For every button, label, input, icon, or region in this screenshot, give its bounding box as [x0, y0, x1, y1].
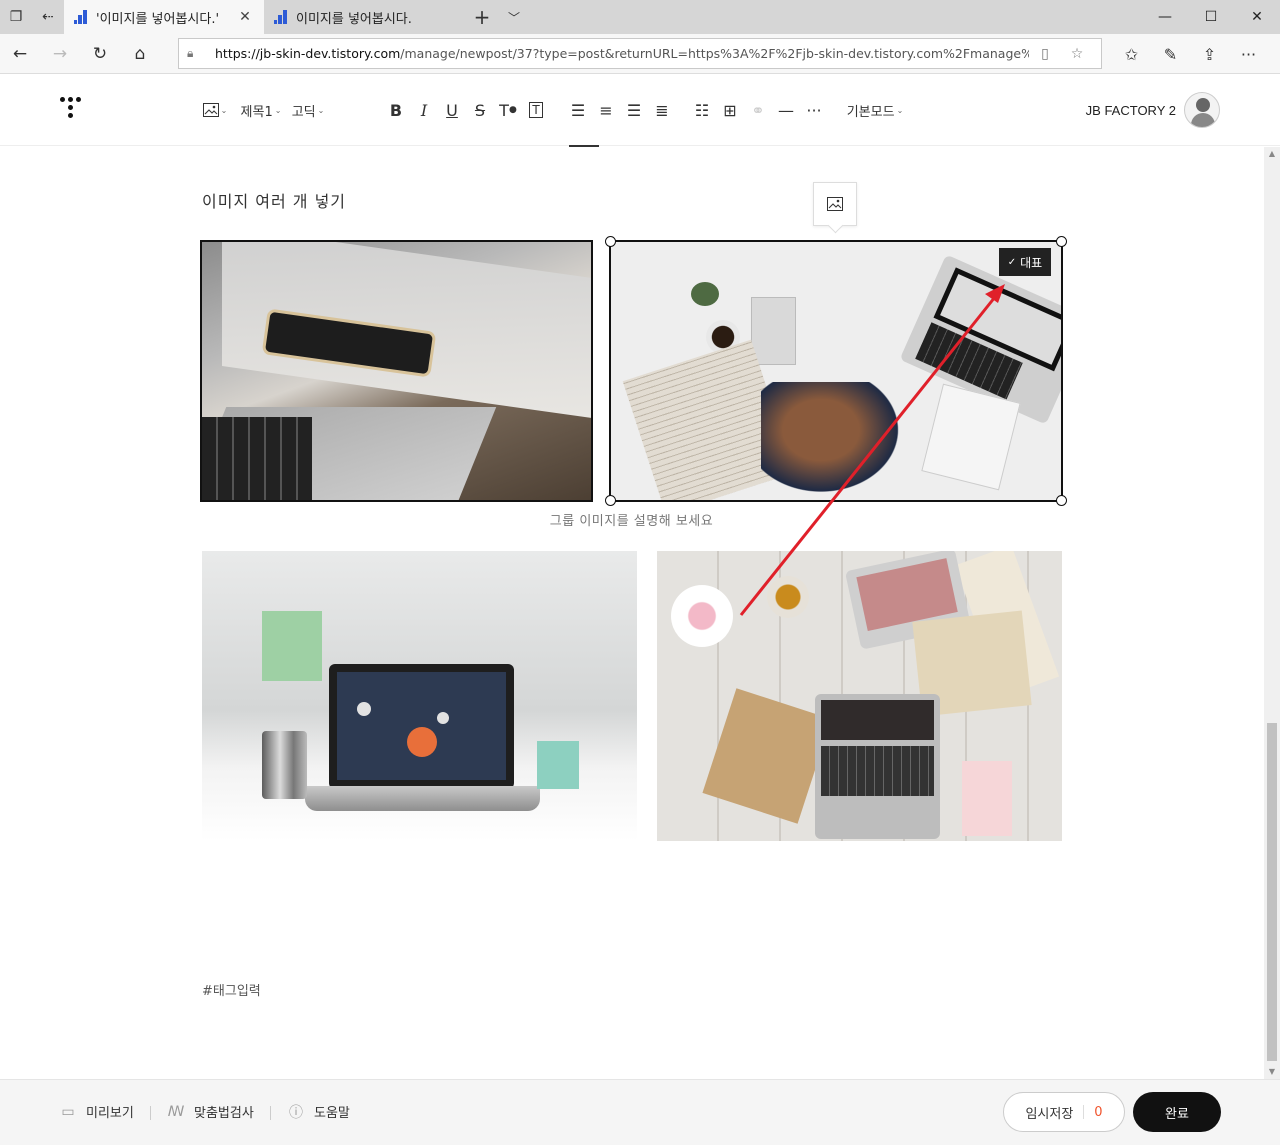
tab-title: '이미지를 넣어봅시다.' — [96, 11, 220, 27]
italic-icon[interactable]: I — [410, 95, 438, 125]
image-options-button[interactable] — [813, 182, 857, 226]
content-heading[interactable]: 이미지 여러 개 넣기 — [202, 188, 346, 212]
toolbar-indicator — [569, 145, 599, 147]
more-icon[interactable]: ··· — [1229, 45, 1268, 64]
align-left-icon[interactable]: ☰ — [564, 95, 592, 125]
tistory-logo-icon[interactable] — [60, 97, 86, 123]
more-options-icon[interactable]: ··· — [800, 95, 828, 125]
refresh-icon[interactable]: ↻ — [80, 34, 120, 74]
favorite-star-icon[interactable]: ☆ — [1061, 46, 1093, 62]
editor-footer: ▭ 미리보기 ꟿ 맞춤법검사 ⓘ 도움말 임시저장 0 완료 — [0, 1079, 1280, 1145]
tab-actions-icon[interactable]: ❐ — [0, 0, 32, 34]
save-draft-button[interactable]: 임시저장 0 — [1003, 1092, 1125, 1132]
window-controls: — ☐ ✕ — [1142, 0, 1280, 34]
preview-button[interactable]: ▭ 미리보기 — [60, 1102, 133, 1122]
back-arrow-icon[interactable]: ← — [0, 34, 40, 74]
editor-toolbar: ⌄ 제목1 ⌄ 고딕 ⌄ B I U S T ● T ☰ ≡ ☰ ≣ ☷ ⊞ ⚭ — … — [200, 74, 906, 146]
text-color-icon[interactable]: T ● — [494, 95, 522, 125]
scroll-down-icon[interactable]: ▼ — [1264, 1065, 1280, 1079]
forward-arrow-icon[interactable]: → — [40, 34, 80, 74]
tistory-favicon-icon — [74, 10, 88, 24]
resize-handle-bottom-left[interactable] — [605, 495, 616, 506]
user-name: JB FACTORY 2 — [1085, 102, 1176, 118]
bold-icon[interactable]: B — [382, 95, 410, 125]
bullet-list-icon[interactable]: ☷ — [688, 95, 716, 125]
editor-scrollbar[interactable]: ▲ ▼ — [1264, 147, 1280, 1079]
monitor-icon: ▭ — [61, 1103, 75, 1120]
divider — [270, 1106, 271, 1120]
text-background-icon[interactable]: T — [522, 95, 550, 125]
browser-tab[interactable]: 이미지를 넣어봅시다. — [264, 0, 464, 34]
align-center-icon[interactable]: ≡ — [592, 95, 620, 125]
check-icon: ✓ — [1007, 256, 1017, 268]
font-select[interactable]: 고딕 ⌄ — [286, 95, 330, 125]
lock-icon: 🔒︎ — [187, 46, 194, 60]
pen-note-icon[interactable]: ✎ — [1151, 45, 1190, 64]
address-url[interactable]: https://jb-skin-dev.tistory.com/manage/n… — [215, 46, 1029, 61]
spellcheck-button[interactable]: ꟿ 맞춤법검사 — [167, 1102, 254, 1122]
address-bar[interactable]: 🔒︎ https://jb-skin-dev.tistory.com/manag… — [178, 38, 1102, 69]
avatar[interactable] — [1184, 92, 1220, 128]
group-caption-input[interactable]: 그룹 이미지를 설명해 보세요 — [200, 510, 1063, 529]
resize-handle-bottom-right[interactable] — [1056, 495, 1067, 506]
chevron-down-icon: ⌄ — [896, 105, 904, 115]
tab-title: 이미지를 넣어봅시다. — [296, 11, 412, 27]
user-menu[interactable]: JB FACTORY 2 — [1086, 92, 1220, 128]
align-justify-icon[interactable]: ≣ — [648, 95, 676, 125]
browser-actions: ✩ ✎ ⇪ ··· — [1112, 34, 1268, 74]
editor-header: ⌄ 제목1 ⌄ 고딕 ⌄ B I U S T ● T ☰ ≡ ☰ ≣ ☷ ⊞ ⚭ — … — [0, 74, 1280, 146]
group-image-business-desk[interactable] — [609, 240, 1063, 502]
draft-count: 0 — [1094, 1104, 1103, 1120]
image-laptop-office[interactable] — [202, 551, 637, 841]
annotation-arrow — [739, 284, 1005, 616]
image-craft-desk[interactable] — [657, 551, 1062, 841]
align-right-icon[interactable]: ☰ — [620, 95, 648, 125]
help-button[interactable]: ⓘ 도움말 — [288, 1102, 350, 1122]
home-icon[interactable]: ⌂ — [120, 34, 160, 74]
new-tab-button[interactable]: + — [464, 0, 500, 34]
underline-icon[interactable]: U — [438, 95, 466, 125]
browser-tab-active[interactable]: '이미지를 넣어봅시다.' ✕ — [64, 0, 264, 34]
chevron-down-icon: ⌄ — [317, 105, 325, 115]
horizontal-line-icon[interactable]: — — [772, 95, 800, 125]
publish-done-button[interactable]: 완료 — [1133, 1092, 1221, 1132]
resize-handle-top-right[interactable] — [1056, 236, 1067, 247]
tab-preview-chevron-icon[interactable]: ﹀ — [500, 0, 528, 34]
chevron-down-icon: ⌄ — [274, 105, 282, 115]
minimize-icon[interactable]: — — [1142, 0, 1188, 34]
group-image-notebook-phone[interactable] — [200, 240, 593, 502]
link-icon[interactable]: ⚭ — [744, 95, 772, 125]
browser-nav-bar: ← → ↻ ⌂ 🔒︎ https://jb-skin-dev.tistory.c… — [0, 34, 1280, 74]
close-window-icon[interactable]: ✕ — [1234, 0, 1280, 34]
scroll-up-icon[interactable]: ▲ — [1264, 147, 1280, 161]
image-icon — [827, 197, 843, 211]
table-icon[interactable]: ⊞ — [716, 95, 744, 125]
tag-input[interactable]: #태그입력 — [202, 980, 261, 999]
representative-badge[interactable]: ✓ 대표 — [999, 248, 1051, 276]
tistory-favicon-icon — [274, 10, 288, 24]
divider — [150, 1106, 151, 1120]
resize-handle-top-left[interactable] — [605, 236, 616, 247]
scrollbar-thumb[interactable] — [1267, 723, 1277, 1061]
strikethrough-icon[interactable]: S — [466, 95, 494, 125]
heading-select[interactable]: 제목1 ⌄ — [236, 95, 286, 125]
reading-view-icon[interactable]: ▯ — [1029, 46, 1061, 62]
tab-close-icon[interactable]: ✕ — [236, 9, 254, 25]
spellcheck-icon: ꟿ — [167, 1103, 185, 1120]
maximize-icon[interactable]: ☐ — [1188, 0, 1234, 34]
set-aside-tabs-icon[interactable]: ⇠ — [32, 0, 64, 34]
share-icon[interactable]: ⇪ — [1190, 45, 1229, 64]
insert-image-icon[interactable]: ⌄ — [200, 95, 230, 125]
browser-tab-bar: ❐ ⇠ '이미지를 넣어봅시다.' ✕ 이미지를 넣어봅시다. + ﹀ — ☐ … — [0, 0, 1280, 34]
favorites-list-icon[interactable]: ✩ — [1112, 45, 1151, 64]
editor-mode-select[interactable]: 기본모드 ⌄ — [844, 95, 906, 125]
help-icon: ⓘ — [289, 1104, 303, 1121]
